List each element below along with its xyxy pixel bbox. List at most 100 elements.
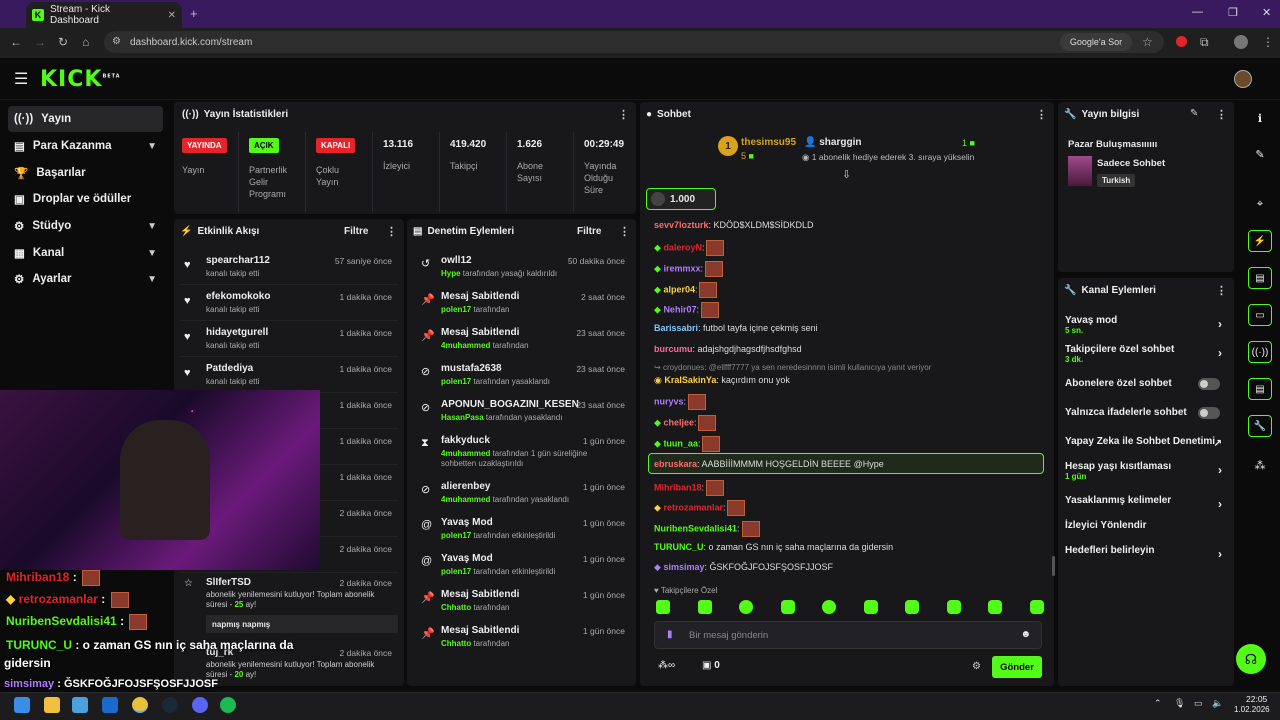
chat-user[interactable]: simsimay <box>663 562 704 572</box>
emote-icon[interactable] <box>863 600 878 614</box>
emote-icon[interactable] <box>822 600 837 614</box>
minimize-icon[interactable]: — <box>1192 6 1203 18</box>
hamburger-menu-icon[interactable]: ☰ <box>14 69 28 89</box>
wrench-shortcut-icon[interactable]: 🔧 <box>1248 415 1272 437</box>
banned-words-row[interactable]: Yasaklanmış kelimeler › <box>1065 495 1230 511</box>
extension-icon[interactable] <box>1176 36 1187 47</box>
chat-user[interactable]: TURUNC_U <box>654 542 704 552</box>
lightning-shortcut-icon[interactable]: ⚡ <box>1248 230 1272 252</box>
window-close-icon[interactable]: ✕ <box>1262 6 1271 19</box>
edit-pencil-icon[interactable]: ✎ <box>1250 144 1270 164</box>
more-options-icon[interactable]: ⋮ <box>1216 284 1227 297</box>
file-explorer-icon[interactable] <box>44 697 60 713</box>
chat-user[interactable]: burcumu <box>654 344 693 354</box>
chat-user[interactable]: sevv7lozturk <box>654 220 709 230</box>
expand-leaderboard-icon[interactable]: ⇩ <box>842 168 851 181</box>
sidebar-item-kanal[interactable]: ▦ Kanal ▼ <box>8 240 163 266</box>
emote-icon[interactable] <box>988 600 1003 614</box>
emote-icon[interactable] <box>905 600 920 614</box>
chat-shortcut-icon[interactable]: ▭ <box>1248 304 1272 326</box>
goals-row[interactable]: Hedefleri belirleyin › <box>1065 545 1230 561</box>
chat-user[interactable]: NuribenSevdalisi41 <box>654 523 737 533</box>
emoji-picker-icon[interactable]: ☻ <box>1020 629 1031 640</box>
chat-user[interactable]: nuryvs <box>654 396 684 406</box>
infinity-points-icon[interactable]: ⁂∞ <box>658 660 675 671</box>
more-options-icon[interactable]: ⋮ <box>1216 108 1227 121</box>
chat-user[interactable]: alper04 <box>663 284 695 294</box>
send-button[interactable]: Gönder <box>992 656 1042 678</box>
chat-user[interactable]: Nehir07 <box>663 304 696 314</box>
user-avatar[interactable] <box>1234 70 1252 88</box>
broadcast-shortcut-icon[interactable]: ((·)) <box>1248 341 1272 363</box>
more-options-icon[interactable]: ⋮ <box>619 225 630 238</box>
more-options-icon[interactable]: ⋮ <box>1036 108 1047 121</box>
moderation-filter-button[interactable]: Filtre <box>577 226 601 237</box>
kick-logo[interactable]: KICKBETA <box>40 67 121 92</box>
category-name[interactable]: Sadece Sohbet <box>1097 158 1165 169</box>
sidebar-item-droplar[interactable]: ▣ Droplar ve ödüller <box>8 186 163 212</box>
sidebar-item-studyo[interactable]: ⚙ Stüdyo ▼ <box>8 213 163 239</box>
more-options-icon[interactable]: ⋮ <box>618 108 629 121</box>
info-icon[interactable]: ℹ <box>1250 108 1270 128</box>
emote-icon[interactable] <box>946 600 961 614</box>
sidebar-item-para-kazanma[interactable]: ▤ Para Kazanma ▼ <box>8 133 163 159</box>
back-icon[interactable]: ← <box>10 35 22 49</box>
chat-user[interactable]: ebruskara <box>654 459 697 469</box>
chat-input[interactable]: ▮ Bir mesaj gönderin ☻ <box>654 621 1042 649</box>
steam-icon[interactable] <box>162 697 178 713</box>
browser-menu-icon[interactable]: ⋮ <box>1262 35 1274 49</box>
pinned-kicks[interactable]: 1.000 <box>646 188 716 210</box>
gifter-name[interactable]: thesimsu95 <box>741 137 796 148</box>
extensions-puzzle-icon[interactable]: ⧉ <box>1200 35 1209 50</box>
account-age-row[interactable]: Hesap yaşı kısıtlaması 1 gün › <box>1065 461 1230 481</box>
store-app-icon[interactable] <box>72 697 88 713</box>
new-tab-icon[interactable]: + <box>190 6 198 21</box>
emote-icon[interactable] <box>1029 600 1044 614</box>
emote-icon[interactable] <box>656 600 670 614</box>
emote-icon[interactable] <box>780 600 795 614</box>
bookmark-star-icon[interactable]: ☆ <box>1142 35 1153 49</box>
url-input[interactable]: dashboard.kick.com/stream <box>104 31 1164 53</box>
chat-user[interactable]: iremmxx <box>663 263 700 273</box>
spotify-icon[interactable] <box>220 697 236 713</box>
chat-settings-icon[interactable]: ⚙ <box>972 661 981 672</box>
profile-avatar[interactable] <box>1234 35 1248 49</box>
maximize-icon[interactable]: ❐ <box>1228 6 1238 19</box>
reload-icon[interactable]: ↻ <box>58 35 68 49</box>
moderation-shortcut-icon[interactable]: ▤ <box>1248 378 1272 400</box>
ai-moderation-row[interactable]: Yapay Zeka ile Sohbet Denetimi ↗ <box>1065 436 1230 449</box>
microphone-icon[interactable]: 🎙 <box>1174 698 1185 709</box>
emote-only-toggle[interactable] <box>1198 407 1220 419</box>
forward-icon[interactable]: → <box>34 35 46 49</box>
add-widget-icon[interactable]: ⁂ <box>1250 455 1270 475</box>
chat-user[interactable]: daleroyN <box>663 242 702 252</box>
home-icon[interactable]: ⌂ <box>82 35 89 49</box>
outlook-icon[interactable] <box>102 697 118 713</box>
emote-icon[interactable] <box>697 600 712 614</box>
chat-user[interactable]: cheljee <box>663 417 694 427</box>
site-info-icon[interactable]: ⚙ <box>112 36 121 47</box>
chat-user[interactable]: retrozamanlar <box>663 502 723 512</box>
sidebar-item-ayarlar[interactable]: ⚙ Ayarlar ▼ <box>8 266 163 292</box>
more-options-icon[interactable]: ⋮ <box>386 225 397 238</box>
chrome-icon[interactable] <box>132 697 148 713</box>
subscribers-only-toggle[interactable] <box>1198 378 1220 390</box>
followers-only-row[interactable]: Takipçilere özel sohbet 3 dk. › <box>1065 344 1230 364</box>
browser-tab[interactable]: K Stream - Kick Dashboard ✕ <box>26 2 182 28</box>
camera-focus-icon[interactable]: ⌖ <box>1250 194 1270 214</box>
sidebar-item-basarilar[interactable]: 🏆 Başarılar <box>8 160 163 186</box>
windows-start-icon[interactable] <box>14 697 30 713</box>
mic-icon[interactable]: ▮ <box>667 629 673 640</box>
chat-scrollbar[interactable] <box>1052 556 1055 576</box>
chat-user[interactable]: KralSakinYa <box>664 375 716 385</box>
slow-mode-row[interactable]: Yavaş mod 5 sn. › <box>1065 315 1230 335</box>
chat-user[interactable]: Mihriban18 <box>654 482 702 492</box>
raid-row[interactable]: İzleyici Yönlendir <box>1065 520 1230 531</box>
sidebar-item-yayin[interactable]: ((·)) Yayın <box>8 106 163 132</box>
support-headset-button[interactable]: ☊ <box>1236 644 1266 674</box>
document-shortcut-icon[interactable]: ▤ <box>1248 267 1272 289</box>
activity-filter-button[interactable]: Filtre <box>344 226 368 237</box>
chat-user[interactable]: tuun_aa <box>663 438 698 448</box>
discord-icon[interactable] <box>192 697 208 713</box>
network-icon[interactable]: ▭ <box>1194 698 1203 709</box>
